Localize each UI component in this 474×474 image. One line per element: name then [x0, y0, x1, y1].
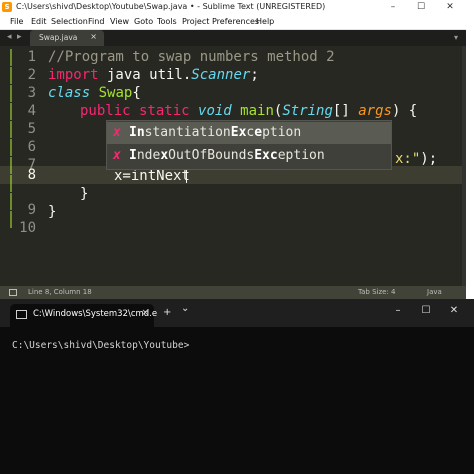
code-punct: ); [420, 151, 438, 167]
line-number: 9 [27, 202, 36, 218]
line-number: 5 [27, 121, 36, 137]
terminal-tab-cmd[interactable]: C:\Windows\System32\cmd.e × [10, 304, 158, 327]
code-type: Scanner [191, 67, 251, 83]
menu-help[interactable]: Help [256, 17, 274, 26]
code-line-1: //Program to swap numbers method 2 [48, 48, 335, 66]
code-punct: [] [332, 103, 359, 119]
code-keyword: public [80, 103, 131, 119]
maximize-icon[interactable]: ☐ [407, 0, 435, 15]
title-bar: S C:\Users\shivd\Desktop\Youtube\Swap.ja… [0, 0, 466, 15]
cursor-position: Line 8, Column 18 [28, 288, 92, 296]
sublime-app-icon: S [2, 2, 12, 12]
code-class-name: Swap [90, 85, 133, 101]
code-type: String [282, 103, 333, 119]
menu-find[interactable]: Find [88, 17, 104, 26]
code-argument: args [358, 103, 392, 119]
menu-goto[interactable]: Goto [134, 17, 153, 26]
code-line-7-tail: x:"); [395, 150, 437, 168]
code-keyword: import [48, 67, 99, 83]
line-number: 4 [27, 103, 36, 119]
code-string: x:" [395, 151, 421, 167]
line-number: 2 [27, 67, 36, 83]
close-icon[interactable]: ✕ [436, 0, 464, 15]
tab-size-setting[interactable]: Tab Size: 4 [358, 288, 395, 296]
window-title: C:\Users\shivd\Desktop\Youtube\Swap.java… [16, 2, 326, 11]
sublime-window: S C:\Users\shivd\Desktop\Youtube\Swap.ja… [0, 0, 466, 299]
class-kind-icon: x [113, 125, 121, 140]
cmd-icon [16, 310, 27, 319]
code-package: java util. [98, 67, 192, 83]
terminal-prompt[interactable]: C:\Users\shivd\Desktop\Youtube> [12, 340, 189, 351]
text-caret [186, 168, 187, 183]
code-keyword: static [130, 103, 190, 119]
syntax-setting[interactable]: Java [427, 288, 442, 296]
tab-next-icon[interactable]: ▸ [17, 32, 22, 42]
autocomplete-item-index-out-of-bounds-exception[interactable]: x IndexOutOfBoundsException [107, 145, 391, 167]
minimize-icon[interactable]: – [379, 0, 407, 15]
code-comment: //Program to swap numbers method 2 [48, 49, 335, 65]
menu-view[interactable]: View [110, 17, 129, 26]
editor-scrollbar[interactable] [462, 46, 466, 286]
terminal-tab-label: C:\Windows\System32\cmd.e [33, 309, 158, 319]
line-number: 10 [19, 220, 36, 236]
terminal-window: C:\Windows\System32\cmd.e × + ⌄ – ☐ ✕ C:… [0, 299, 474, 474]
panel-toggle-icon[interactable] [9, 289, 17, 296]
code-line-9: } [80, 186, 89, 202]
status-bar: Line 8, Column 18 Tab Size: 4 Java [0, 286, 466, 299]
menu-file[interactable]: File [10, 17, 23, 26]
terminal-tab-close-icon[interactable]: × [141, 308, 149, 318]
autocomplete-item-instantiation-exception[interactable]: x InstantiationException [107, 122, 391, 144]
terminal-close-icon[interactable]: ✕ [441, 305, 467, 316]
code-keyword: class [48, 85, 91, 101]
code-line-2: import java util.Scanner; [48, 66, 259, 84]
line-number: 3 [27, 85, 36, 101]
tab-bar: ◂ ▸ Swap.java × ▾ [0, 30, 466, 46]
line-number: 1 [27, 49, 36, 65]
tab-label: Swap.java [39, 33, 78, 42]
menu-tools[interactable]: Tools [157, 17, 177, 26]
tab-prev-icon[interactable]: ◂ [7, 32, 12, 42]
code-punct: { [132, 85, 141, 101]
menu-project[interactable]: Project [182, 17, 209, 26]
chevron-down-icon[interactable]: ▾ [454, 33, 458, 42]
code-line-10: } [48, 204, 57, 220]
menu-selection[interactable]: Selection [51, 17, 88, 26]
menu-preferences[interactable]: Preferences [212, 17, 259, 26]
code-punct: ; [250, 67, 259, 83]
class-kind-icon: x [113, 148, 121, 163]
terminal-tab-bar: C:\Windows\System32\cmd.e × + ⌄ – ☐ ✕ [0, 299, 474, 327]
tab-swap-java[interactable]: Swap.java × [30, 30, 104, 46]
code-method-name: main [231, 103, 274, 119]
autocomplete-label: InstantiationException [129, 125, 302, 140]
code-keyword: void [189, 103, 232, 119]
terminal-minimize-icon[interactable]: – [385, 305, 411, 316]
line-number: 6 [27, 139, 36, 155]
terminal-maximize-icon[interactable]: ☐ [413, 305, 439, 316]
menu-edit[interactable]: Edit [31, 17, 47, 26]
code-punct: ) { [391, 103, 418, 119]
tab-dropdown-icon[interactable]: ⌄ [181, 303, 189, 314]
autocomplete-popup: x InstantiationException x IndexOutOfBou… [106, 120, 392, 170]
tab-close-icon[interactable]: × [90, 32, 97, 41]
code-line-4: public static void main(String[] args) { [80, 102, 417, 120]
autocomplete-label: IndexOutOfBoundsException [129, 148, 325, 163]
line-number-active: 8 [27, 167, 36, 183]
new-tab-button[interactable]: + [163, 307, 171, 318]
menu-bar: File Edit Selection Find View Goto Tools… [0, 15, 466, 30]
code-line-3: class Swap{ [48, 84, 141, 102]
